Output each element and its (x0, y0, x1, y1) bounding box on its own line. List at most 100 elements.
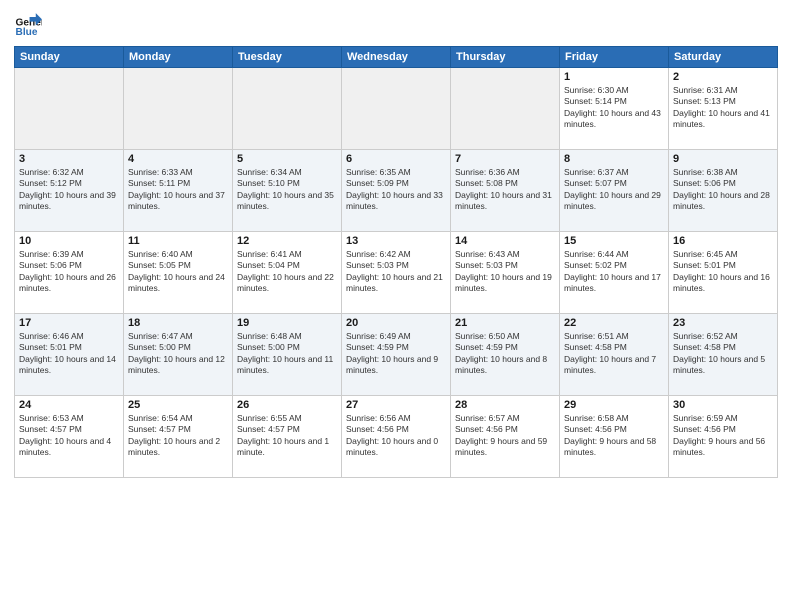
calendar-cell: 16 Sunrise: 6:45 AM Sunset: 5:01 PM Dayli… (669, 232, 778, 314)
calendar-cell (342, 68, 451, 150)
weekday-header-thursday: Thursday (451, 47, 560, 68)
day-info: Sunrise: 6:48 AM Sunset: 5:00 PM Dayligh… (237, 331, 337, 377)
day-number: 12 (237, 235, 337, 247)
day-number: 16 (673, 235, 773, 247)
calendar-cell: 20 Sunrise: 6:49 AM Sunset: 4:59 PM Dayli… (342, 314, 451, 396)
day-info: Sunrise: 6:42 AM Sunset: 5:03 PM Dayligh… (346, 249, 446, 295)
day-info: Sunrise: 6:57 AM Sunset: 4:56 PM Dayligh… (455, 413, 555, 459)
day-number: 25 (128, 399, 228, 411)
calendar-cell (233, 68, 342, 150)
day-number: 14 (455, 235, 555, 247)
day-number: 17 (19, 317, 119, 329)
day-info: Sunrise: 6:31 AM Sunset: 5:13 PM Dayligh… (673, 85, 773, 131)
day-info: Sunrise: 6:43 AM Sunset: 5:03 PM Dayligh… (455, 249, 555, 295)
calendar-cell (124, 68, 233, 150)
day-info: Sunrise: 6:40 AM Sunset: 5:05 PM Dayligh… (128, 249, 228, 295)
calendar-cell: 30 Sunrise: 6:59 AM Sunset: 4:56 PM Dayli… (669, 396, 778, 478)
calendar-cell: 18 Sunrise: 6:47 AM Sunset: 5:00 PM Dayli… (124, 314, 233, 396)
day-number: 13 (346, 235, 446, 247)
day-info: Sunrise: 6:32 AM Sunset: 5:12 PM Dayligh… (19, 167, 119, 213)
calendar-cell (451, 68, 560, 150)
weekday-header-saturday: Saturday (669, 47, 778, 68)
day-info: Sunrise: 6:54 AM Sunset: 4:57 PM Dayligh… (128, 413, 228, 459)
calendar-cell: 9 Sunrise: 6:38 AM Sunset: 5:06 PM Daylig… (669, 150, 778, 232)
day-number: 6 (346, 153, 446, 165)
day-info: Sunrise: 6:58 AM Sunset: 4:56 PM Dayligh… (564, 413, 664, 459)
day-info: Sunrise: 6:47 AM Sunset: 5:00 PM Dayligh… (128, 331, 228, 377)
day-number: 20 (346, 317, 446, 329)
day-number: 15 (564, 235, 664, 247)
day-info: Sunrise: 6:38 AM Sunset: 5:06 PM Dayligh… (673, 167, 773, 213)
calendar-cell: 8Sunrise: 6:37 AM Sunset: 5:07 PM Daylig… (560, 150, 669, 232)
day-info: Sunrise: 6:33 AM Sunset: 5:11 PM Dayligh… (128, 167, 228, 213)
calendar-cell: 24 Sunrise: 6:53 AM Sunset: 4:57 PM Dayli… (15, 396, 124, 478)
day-number: 4 (128, 153, 228, 165)
day-number: 21 (455, 317, 555, 329)
calendar: SundayMondayTuesdayWednesdayThursdayFrid… (14, 46, 778, 478)
calendar-cell: 12 Sunrise: 6:41 AM Sunset: 5:04 PM Dayli… (233, 232, 342, 314)
day-info: Sunrise: 6:36 AM Sunset: 5:08 PM Dayligh… (455, 167, 555, 213)
day-number: 19 (237, 317, 337, 329)
day-info: Sunrise: 6:39 AM Sunset: 5:06 PM Dayligh… (19, 249, 119, 295)
calendar-cell: 15 Sunrise: 6:44 AM Sunset: 5:02 PM Dayli… (560, 232, 669, 314)
day-info: Sunrise: 6:49 AM Sunset: 4:59 PM Dayligh… (346, 331, 446, 377)
calendar-cell: 7 Sunrise: 6:36 AM Sunset: 5:08 PM Daylig… (451, 150, 560, 232)
day-number: 9 (673, 153, 773, 165)
day-number: 22 (564, 317, 664, 329)
day-info: Sunrise: 6:53 AM Sunset: 4:57 PM Dayligh… (19, 413, 119, 459)
calendar-cell: 21Sunrise: 6:50 AM Sunset: 4:59 PM Dayli… (451, 314, 560, 396)
day-info: Sunrise: 6:52 AM Sunset: 4:58 PM Dayligh… (673, 331, 773, 377)
day-info: Sunrise: 6:34 AM Sunset: 5:10 PM Dayligh… (237, 167, 337, 213)
day-number: 27 (346, 399, 446, 411)
calendar-cell: 5 Sunrise: 6:34 AM Sunset: 5:10 PM Daylig… (233, 150, 342, 232)
day-number: 26 (237, 399, 337, 411)
calendar-cell: 29 Sunrise: 6:58 AM Sunset: 4:56 PM Dayli… (560, 396, 669, 478)
page: General Blue SundayMondayTuesdayWednesda… (0, 0, 792, 612)
calendar-cell: 19 Sunrise: 6:48 AM Sunset: 5:00 PM Dayli… (233, 314, 342, 396)
calendar-cell: 22 Sunrise: 6:51 AM Sunset: 4:58 PM Dayli… (560, 314, 669, 396)
day-info: Sunrise: 6:41 AM Sunset: 5:04 PM Dayligh… (237, 249, 337, 295)
day-info: Sunrise: 6:59 AM Sunset: 4:56 PM Dayligh… (673, 413, 773, 459)
day-number: 5 (237, 153, 337, 165)
day-info: Sunrise: 6:51 AM Sunset: 4:58 PM Dayligh… (564, 331, 664, 377)
calendar-cell: 28 Sunrise: 6:57 AM Sunset: 4:56 PM Dayli… (451, 396, 560, 478)
day-number: 10 (19, 235, 119, 247)
day-number: 2 (673, 71, 773, 83)
day-info: Sunrise: 6:56 AM Sunset: 4:56 PM Dayligh… (346, 413, 446, 459)
weekday-header-wednesday: Wednesday (342, 47, 451, 68)
logo-icon: General Blue (14, 10, 42, 38)
day-info: Sunrise: 6:35 AM Sunset: 5:09 PM Dayligh… (346, 167, 446, 213)
calendar-cell: 1Sunrise: 6:30 AM Sunset: 5:14 PM Daylig… (560, 68, 669, 150)
weekday-header-friday: Friday (560, 47, 669, 68)
day-number: 29 (564, 399, 664, 411)
calendar-cell: 6 Sunrise: 6:35 AM Sunset: 5:09 PM Daylig… (342, 150, 451, 232)
calendar-cell: 25 Sunrise: 6:54 AM Sunset: 4:57 PM Dayli… (124, 396, 233, 478)
day-info: Sunrise: 6:45 AM Sunset: 5:01 PM Dayligh… (673, 249, 773, 295)
calendar-cell: 13 Sunrise: 6:42 AM Sunset: 5:03 PM Dayli… (342, 232, 451, 314)
weekday-header-monday: Monday (124, 47, 233, 68)
day-number: 7 (455, 153, 555, 165)
day-info: Sunrise: 6:44 AM Sunset: 5:02 PM Dayligh… (564, 249, 664, 295)
calendar-cell: 2 Sunrise: 6:31 AM Sunset: 5:13 PM Daylig… (669, 68, 778, 150)
day-number: 3 (19, 153, 119, 165)
weekday-header-tuesday: Tuesday (233, 47, 342, 68)
calendar-cell: 23Sunrise: 6:52 AM Sunset: 4:58 PM Dayli… (669, 314, 778, 396)
day-number: 11 (128, 235, 228, 247)
calendar-cell: 14 Sunrise: 6:43 AM Sunset: 5:03 PM Dayli… (451, 232, 560, 314)
day-info: Sunrise: 6:46 AM Sunset: 5:01 PM Dayligh… (19, 331, 119, 377)
day-number: 1 (564, 71, 664, 83)
header: General Blue (14, 10, 778, 38)
calendar-cell: 17 Sunrise: 6:46 AM Sunset: 5:01 PM Dayli… (15, 314, 124, 396)
calendar-cell: 26 Sunrise: 6:55 AM Sunset: 4:57 PM Dayli… (233, 396, 342, 478)
day-number: 24 (19, 399, 119, 411)
calendar-cell: 3 Sunrise: 6:32 AM Sunset: 5:12 PM Daylig… (15, 150, 124, 232)
day-info: Sunrise: 6:55 AM Sunset: 4:57 PM Dayligh… (237, 413, 337, 459)
calendar-cell: 4 Sunrise: 6:33 AM Sunset: 5:11 PM Daylig… (124, 150, 233, 232)
calendar-cell (15, 68, 124, 150)
day-number: 18 (128, 317, 228, 329)
day-number: 8 (564, 153, 664, 165)
logo: General Blue (14, 10, 46, 38)
day-number: 30 (673, 399, 773, 411)
calendar-cell: 10 Sunrise: 6:39 AM Sunset: 5:06 PM Dayli… (15, 232, 124, 314)
day-number: 28 (455, 399, 555, 411)
